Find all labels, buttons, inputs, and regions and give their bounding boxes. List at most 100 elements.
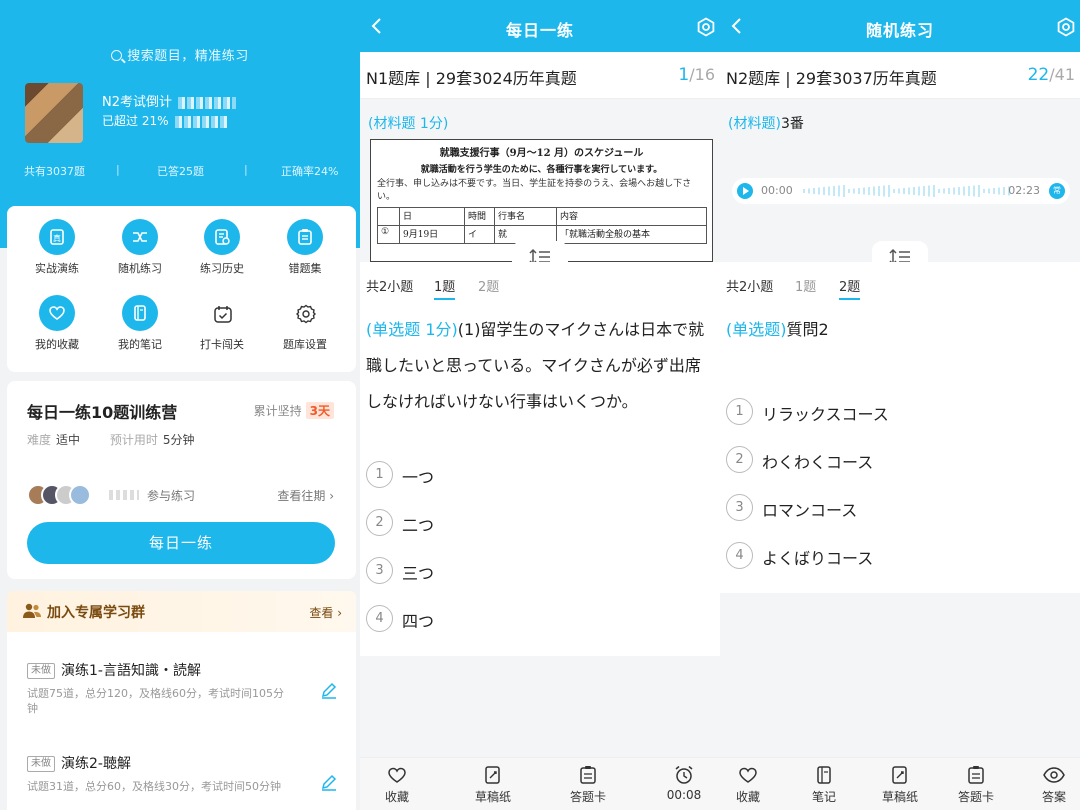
question-text: (单选题)質問2 bbox=[726, 320, 829, 339]
search-icon bbox=[111, 50, 123, 61]
top-bar: 随机练习 bbox=[720, 0, 1080, 52]
bottom-toolbar: 收藏 笔记 草稿纸 答题卡 答案 bbox=[720, 757, 1080, 810]
question-progress: 1/16 bbox=[678, 65, 715, 85]
pencil-icon[interactable] bbox=[319, 680, 339, 700]
blurred-text bbox=[109, 490, 139, 500]
bank-bar: N2题库 | 29套3037历年真题 22/41 bbox=[720, 52, 1080, 99]
answer-card-button[interactable]: 答题卡 bbox=[553, 765, 623, 805]
draft-paper-button[interactable]: 草稿纸 bbox=[865, 765, 935, 805]
material-area: (材料题 1分) 就職支援行事（9月～12 月）のスケジュール 就職活動を行う学… bbox=[360, 99, 720, 262]
draft-paper-icon bbox=[892, 766, 907, 784]
list-item[interactable]: 未做 演练2-聴解 试题31道，总分60，及格线30分，考试时间50分钟 bbox=[27, 753, 327, 794]
note-button[interactable]: 笔记 bbox=[789, 765, 859, 805]
top-bar: 每日一练 bbox=[360, 0, 720, 52]
option-4[interactable]: 4 よくばりコース bbox=[726, 542, 1066, 570]
wrong-set-icon bbox=[287, 219, 323, 255]
option-4[interactable]: 4 四つ bbox=[366, 605, 706, 633]
user-name: N2考试倒计 bbox=[102, 91, 236, 110]
material-area: (材料题)3番 00:00 02:23 常 bbox=[720, 99, 1080, 262]
svg-text:真: 真 bbox=[53, 233, 61, 243]
draft-paper-icon bbox=[485, 766, 500, 784]
favorite-button[interactable]: 收藏 bbox=[720, 765, 783, 805]
grid-item-checkin[interactable]: 打卡闯关 bbox=[182, 295, 262, 352]
tab-question-1[interactable]: 1题 bbox=[795, 276, 816, 295]
search-bar[interactable]: 搜索题目，精准练习 bbox=[0, 45, 360, 64]
search-placeholder: 搜索题目，精准练习 bbox=[127, 49, 249, 64]
user-percentile: 已超过 21% bbox=[102, 112, 227, 129]
settings-icon[interactable] bbox=[1055, 16, 1077, 38]
calendar-check-icon bbox=[204, 295, 240, 331]
group-view-link[interactable]: 查看 › bbox=[309, 604, 342, 621]
play-icon[interactable] bbox=[737, 183, 753, 199]
heart-outline-icon bbox=[388, 767, 406, 783]
grid-item-settings[interactable]: 题库设置 bbox=[265, 295, 345, 352]
option-2[interactable]: 2 わくわくコース bbox=[726, 446, 1066, 474]
study-group-banner[interactable]: 加入专属学习群 查看 › bbox=[7, 591, 356, 632]
grid-item-history[interactable]: 练习历史 bbox=[182, 219, 262, 276]
option-3[interactable]: 3 三つ bbox=[366, 557, 706, 585]
playback-speed-button[interactable]: 常 bbox=[1049, 183, 1065, 199]
answer-card-icon bbox=[580, 766, 596, 784]
notebook-icon bbox=[122, 295, 158, 331]
exercise-desc: 试题75道，总分120，及格线60分，考试时间105分钟 bbox=[27, 687, 284, 715]
daily-practice-button[interactable]: 每日一练 bbox=[27, 522, 335, 564]
grid-item-notes[interactable]: 我的笔记 bbox=[100, 295, 180, 352]
option-1[interactable]: 1 リラックスコース bbox=[726, 398, 1066, 426]
exercise-desc: 试题31道，总分60，及格线30分，考试时间50分钟 bbox=[27, 780, 281, 793]
audio-duration: 02:23 bbox=[1008, 184, 1040, 197]
material-label: (材料题 1分) bbox=[368, 116, 449, 132]
pencil-icon[interactable] bbox=[319, 772, 339, 792]
group-text: 加入专属学习群 bbox=[47, 605, 145, 621]
feature-grid: 真 实战演练 随机练习 练习历史 错题集 我的收藏 我的笔记 打卡闯关 题库设置 bbox=[7, 206, 356, 372]
grid-item-exam[interactable]: 真 实战演练 bbox=[17, 219, 97, 276]
timer-button[interactable]: 00:08 bbox=[649, 765, 719, 802]
bank-title: N2题库 | 29套3037历年真题 bbox=[726, 69, 937, 88]
tab-question-1[interactable]: 1题 bbox=[434, 276, 456, 300]
stat-total: 共有3037题 bbox=[24, 165, 85, 178]
option-3[interactable]: 3 ロマンコース bbox=[726, 494, 1066, 522]
avatar[interactable] bbox=[25, 83, 83, 143]
doc-paragraph: 全行事、申し込みは不要です。当日、学生証を持参のうえ、会場へお越し下さい。 bbox=[377, 179, 692, 202]
eye-icon bbox=[1043, 767, 1065, 783]
question-spacer bbox=[360, 656, 720, 757]
alarm-clock-icon bbox=[675, 765, 693, 784]
grid-item-favorites[interactable]: 我的收藏 bbox=[17, 295, 97, 352]
heart-outline-icon bbox=[739, 767, 757, 783]
answer-button[interactable]: 答案 bbox=[1019, 765, 1080, 805]
tab-question-2[interactable]: 2题 bbox=[478, 276, 499, 295]
audio-progress-bar[interactable] bbox=[802, 184, 1012, 198]
settings-icon[interactable] bbox=[695, 16, 717, 38]
question-area: 共2小题 1题 2题 (单选题)質問2 1 リラックスコース 2 わくわくコース 3… bbox=[720, 262, 1080, 593]
grid-item-random[interactable]: 随机练习 bbox=[100, 219, 180, 276]
stat-accuracy: 正确率24% bbox=[281, 165, 339, 178]
question-text: (单选题 1分)(1)留学生のマイクさんは日本で就職したいと思っている。マイクさ… bbox=[366, 320, 705, 411]
answer-card-icon bbox=[968, 766, 984, 784]
tab-question-2[interactable]: 2题 bbox=[839, 276, 861, 300]
bank-bar: N1题库 | 29套3024历年真题 1/16 bbox=[360, 52, 720, 99]
exam-paper-icon: 真 bbox=[39, 219, 75, 255]
avatar bbox=[69, 484, 91, 506]
daily-practice-panel: 每日一练 N1题库 | 29套3024历年真题 1/16 (材料题 1分) 就職… bbox=[360, 0, 720, 810]
bottom-toolbar: 收藏 草稿纸 答题卡 00:08 bbox=[360, 757, 720, 810]
subquestion-count: 共2小题 bbox=[366, 280, 414, 295]
favorite-button[interactable]: 收藏 bbox=[362, 765, 432, 805]
subquestion-count: 共2小题 bbox=[726, 280, 774, 295]
stat-divider: | bbox=[116, 163, 120, 176]
gear-icon bbox=[287, 295, 323, 331]
grid-item-wrong[interactable]: 错题集 bbox=[265, 219, 345, 276]
answer-card-button[interactable]: 答题卡 bbox=[941, 765, 1011, 805]
exercise-list: 未做 演练1-言語知識・読解 试题75道，总分120，及格线60分，考试时间105… bbox=[7, 632, 356, 810]
question-area: 共2小题 1题 2题 (单选题 1分)(1)留学生のマイクさんは日本で就職したい… bbox=[360, 262, 720, 656]
status-badge: 未做 bbox=[27, 663, 55, 679]
option-1[interactable]: 1 一つ bbox=[366, 461, 706, 489]
exercise-title: 演练2-聴解 bbox=[61, 756, 131, 772]
history-icon bbox=[204, 219, 240, 255]
draft-paper-button[interactable]: 草稿纸 bbox=[458, 765, 528, 805]
list-item[interactable]: 未做 演练1-言語知識・読解 试题75道，总分120，及格线60分，考试时间105… bbox=[27, 660, 327, 716]
streak: 累计坚持 3天 bbox=[254, 402, 334, 419]
option-2[interactable]: 2 二つ bbox=[366, 509, 706, 537]
group-icon bbox=[23, 603, 41, 618]
view-history-link[interactable]: 查看往期 › bbox=[277, 487, 334, 504]
page-title: 每日一练 bbox=[505, 21, 574, 40]
blurred-text bbox=[174, 115, 227, 128]
